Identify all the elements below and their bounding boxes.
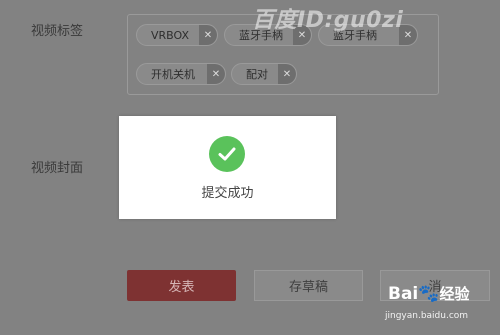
tag-chip: VRBOX ✕ — [136, 24, 218, 46]
remove-tag-icon[interactable]: ✕ — [278, 64, 296, 84]
page: 视频标签 VRBOX ✕ 蓝牙手柄 ✕ 蓝牙手柄 ✕ 开机关机 ✕ 配对 ✕ 视… — [0, 0, 500, 335]
tag-chip: 配对 ✕ — [231, 63, 297, 85]
video-tags-label: 视频标签 — [31, 24, 84, 39]
watermark: 百度ID:gu0zi — [252, 8, 404, 33]
baidu-jingyan-logo: Bai🐾经验 jingyan.baidu.com — [385, 281, 500, 335]
tag-text: 开机关机 — [151, 68, 195, 81]
tag-text: 配对 — [246, 68, 268, 81]
video-cover-label: 视频封面 — [31, 161, 84, 176]
remove-tag-icon[interactable]: ✕ — [199, 25, 217, 45]
modal-message: 提交成功 — [201, 186, 254, 201]
tag-text: VRBOX — [151, 28, 190, 42]
checkmark-icon — [209, 136, 245, 172]
footer-url: jingyan.baidu.com — [385, 311, 469, 321]
success-modal: 提交成功 — [119, 116, 336, 219]
remove-tag-icon[interactable]: ✕ — [207, 64, 225, 84]
publish-button[interactable]: 发表 — [127, 270, 236, 301]
paw-icon: 🐾 — [418, 284, 440, 304]
save-draft-button[interactable]: 存草稿 — [254, 270, 363, 301]
brand-text: Bai🐾经验 — [388, 284, 470, 304]
tag-chip: 开机关机 ✕ — [136, 63, 226, 85]
